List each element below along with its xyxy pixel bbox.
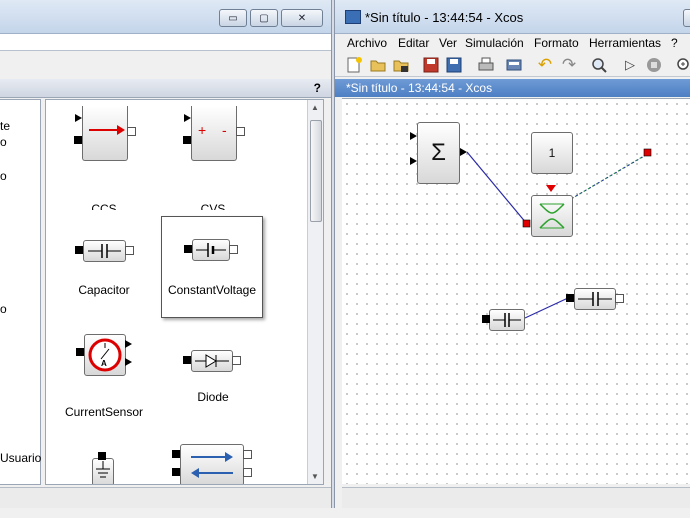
- toolbar: ↶ ↷ ▷: [335, 54, 690, 77]
- window-title: *Sin título - 13:44:54 - Xcos: [365, 10, 524, 25]
- diagram-links: [466, 148, 652, 319]
- constant-value: 1: [531, 132, 573, 174]
- svg-text:A: A: [101, 359, 107, 368]
- palette-browser-window: ▭ ▢ ✕ ? te o o o Usuario CCS + - CVS Cap…: [0, 0, 332, 518]
- export-icon[interactable]: [505, 56, 523, 74]
- sum-symbol: Σ: [417, 122, 460, 184]
- diagram-status-bar: [342, 487, 690, 508]
- tree-item[interactable]: o: [0, 169, 7, 183]
- stop-icon[interactable]: [645, 56, 663, 74]
- palette-header-bar: ?: [0, 79, 331, 98]
- zoom-in-icon[interactable]: [675, 56, 690, 74]
- block-label: CVS: [200, 202, 226, 210]
- xcos-titlebar: *Sin título - 13:44:54 - Xcos —: [335, 0, 690, 34]
- help-button[interactable]: ?: [314, 81, 321, 95]
- battery-icon: [192, 239, 230, 261]
- open-icon[interactable]: [369, 56, 387, 74]
- xcos-diagram-window: *Sin título - 13:44:54 - Xcos — Archivo …: [334, 0, 690, 518]
- red-port-marker: [643, 148, 652, 157]
- block-label: Capacitor: [78, 283, 130, 297]
- menu-formato[interactable]: Formato: [534, 36, 579, 50]
- block-palette: CCS + - CVS Capacitor ConstantVoltage A …: [45, 99, 324, 485]
- scroll-up-icon[interactable]: ▲: [311, 103, 319, 112]
- battery-icon: [574, 288, 616, 310]
- block-label: Diode: [197, 390, 229, 404]
- xcos-app-icon: [345, 10, 361, 24]
- tree-item[interactable]: o: [0, 135, 7, 149]
- block-label: CurrentSensor: [64, 405, 144, 419]
- tree-item[interactable]: te: [0, 119, 10, 133]
- menu-editar[interactable]: Editar: [398, 36, 429, 50]
- red-port-marker: [522, 219, 531, 228]
- save-icon[interactable]: [422, 56, 440, 74]
- current-source-arrow-icon: [82, 106, 128, 161]
- palette-status-bar: [0, 487, 331, 508]
- ammeter-icon: A: [84, 334, 126, 376]
- palette-block-constantvoltage[interactable]: ConstantVoltage: [161, 216, 263, 318]
- scroll-down-icon[interactable]: ▼: [311, 472, 319, 481]
- undo-icon[interactable]: ↶: [536, 55, 554, 74]
- palette-scrollbar[interactable]: ▲ ▼: [307, 100, 323, 484]
- ground-icon: [92, 458, 114, 484]
- menu-archivo[interactable]: Archivo: [347, 36, 387, 50]
- diagram-tab-label: *Sin título - 13:44:54 - Xcos: [346, 81, 493, 95]
- palette-browser-titlebar: ▭ ▢ ✕: [0, 0, 331, 34]
- palette-menu-strip: [0, 34, 331, 51]
- desktop-bottom-edge: [0, 508, 690, 518]
- start-icon[interactable]: ▷: [621, 56, 639, 74]
- link-capacitor-to-voltage: [524, 297, 569, 319]
- close-icon: ✕: [297, 12, 307, 24]
- menu-help[interactable]: ?: [671, 36, 678, 50]
- save-as-icon[interactable]: [445, 56, 463, 74]
- tree-item[interactable]: o: [0, 302, 7, 316]
- bidirectional-arrows-icon: [180, 444, 244, 484]
- maximize-button[interactable]: ▢: [250, 9, 278, 27]
- svg-text:+: +: [198, 122, 206, 138]
- voltage-source-plus-minus-icon: + -: [191, 106, 237, 161]
- block-label: ConstantVoltage: [167, 283, 257, 297]
- minimize-button[interactable]: —: [683, 9, 690, 27]
- capacitor-icon: [83, 240, 126, 262]
- diode-icon: [191, 350, 233, 372]
- minimize-icon: ▭: [228, 12, 238, 24]
- new-icon[interactable]: [345, 56, 363, 74]
- close-button[interactable]: ✕: [281, 9, 323, 27]
- open-in-icon[interactable]: [392, 56, 410, 74]
- zoom-fit-icon[interactable]: [590, 56, 608, 74]
- block-label: CCS: [91, 202, 117, 210]
- menu-simulacion[interactable]: Simulación: [465, 36, 524, 50]
- palette-tree[interactable]: te o o o Usuario: [0, 99, 41, 485]
- scroll-thumb[interactable]: [310, 120, 322, 222]
- diagram-canvas[interactable]: Σ 1: [342, 98, 690, 484]
- svg-text:-: -: [222, 122, 227, 138]
- print-icon[interactable]: [477, 56, 495, 74]
- menu-ver[interactable]: Ver: [439, 36, 457, 50]
- hourglass-icon: [531, 195, 573, 237]
- menu-herramientas[interactable]: Herramientas: [589, 36, 661, 50]
- link-sum-to-scope: [466, 151, 528, 225]
- diagram-tab-title: *Sin título - 13:44:54 - Xcos: [335, 79, 690, 97]
- maximize-icon: ▢: [259, 12, 269, 24]
- menu-bar: Archivo Editar Ver Simulación Formato He…: [335, 34, 690, 53]
- tree-item[interactable]: Usuario: [0, 451, 41, 465]
- redo-icon[interactable]: ↷: [560, 55, 578, 74]
- event-input-icon: [546, 185, 556, 192]
- capacitor-icon: [489, 309, 525, 331]
- minimize-button[interactable]: ▭: [219, 9, 247, 27]
